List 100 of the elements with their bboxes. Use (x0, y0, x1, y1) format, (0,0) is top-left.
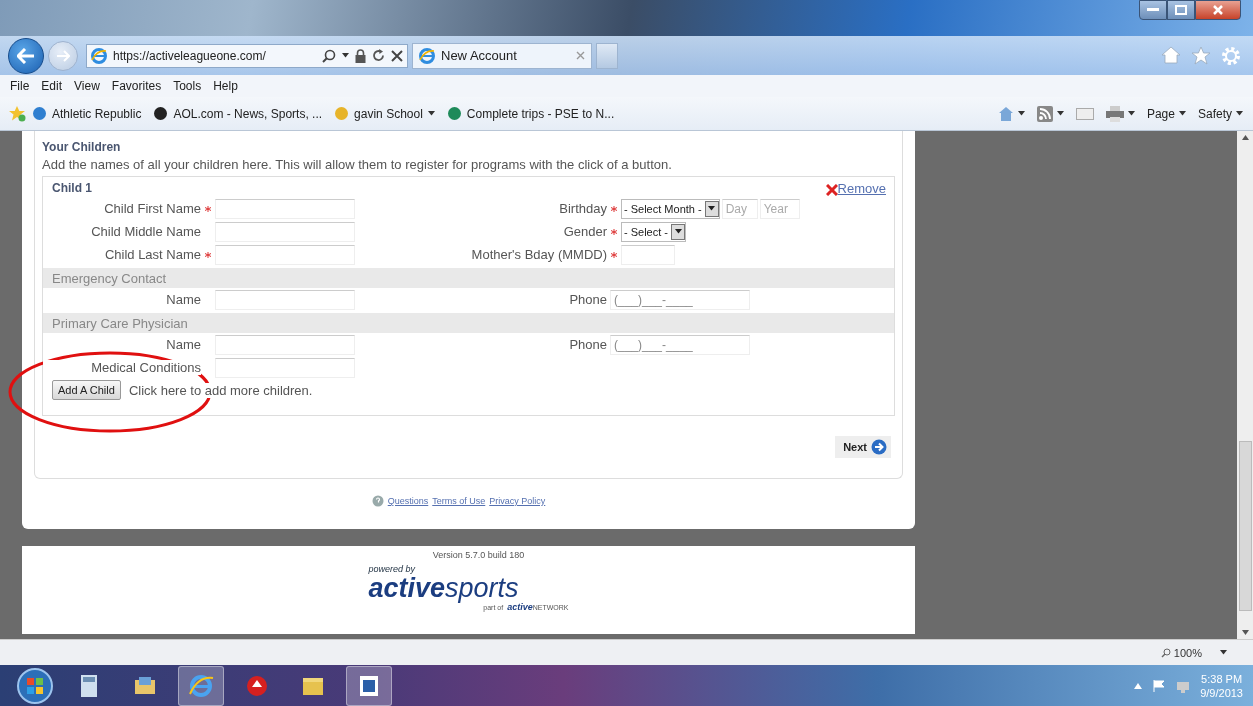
field-label: Phone (568, 292, 607, 307)
subsection-header: Primary Care Physician (43, 313, 894, 333)
section-title: Your Children (42, 140, 122, 154)
command-menu[interactable]: Safety (1197, 106, 1243, 121)
page-icon (153, 106, 169, 121)
field-label: Child Middle Name (90, 224, 201, 239)
refresh-icon[interactable] (372, 49, 385, 62)
field-label: Gender (562, 224, 607, 239)
caret-icon[interactable] (1056, 111, 1064, 116)
child-title: Child 1 (52, 181, 92, 195)
stop-icon[interactable] (391, 49, 403, 62)
field-label: Birthday (558, 201, 607, 216)
next-button[interactable]: Next (835, 436, 891, 458)
logo: activesports (368, 574, 520, 603)
field-label: Phone (568, 337, 607, 352)
caret-icon[interactable] (1236, 111, 1243, 116)
menu-item[interactable]: Favorites (111, 79, 162, 93)
browser-tab[interactable]: New Account (412, 42, 592, 69)
caret-icon[interactable] (1127, 111, 1135, 116)
delete-icon (825, 183, 838, 196)
tab-close-icon[interactable] (576, 51, 585, 60)
forward-arrow-icon (56, 49, 70, 62)
favorites-link[interactable]: AOL.com - News, Sports, ... (153, 106, 323, 121)
field-label: Child First Name (103, 201, 201, 216)
page-icon (334, 106, 350, 121)
maximize-button[interactable] (1167, 0, 1195, 20)
browser-logo-icon (419, 47, 435, 64)
zoom-caret-icon[interactable] (1220, 650, 1227, 655)
favorites-link[interactable]: Complete trips - PSE to N... (446, 106, 615, 121)
document-app-icon[interactable] (346, 666, 392, 706)
footer-link[interactable]: Privacy Policy (489, 496, 546, 506)
start-button[interactable] (14, 667, 56, 705)
text-field[interactable] (215, 334, 355, 355)
zoom-icon (1160, 647, 1171, 658)
dropdown-arrow-icon (708, 206, 716, 211)
day-field[interactable]: Day (721, 198, 758, 219)
caret-icon[interactable] (1017, 111, 1025, 116)
address-field[interactable]: https://activeleagueone.com/ (86, 43, 408, 68)
close-icon (1212, 4, 1224, 16)
text-field[interactable] (215, 244, 355, 265)
field-label: Name (165, 337, 201, 352)
menu-item[interactable]: Edit (41, 79, 63, 93)
powered-by-text: powered by (368, 564, 417, 574)
minimize-icon (1147, 8, 1159, 12)
caret-icon[interactable] (1178, 111, 1186, 116)
field-label: Mother's Bday (MMDD) (470, 247, 607, 262)
printer-icon[interactable] (1105, 105, 1124, 122)
field-label: Child Last Name (103, 247, 201, 262)
search-icon[interactable] (322, 48, 336, 63)
menu-item[interactable]: File (10, 79, 30, 93)
footer-link[interactable]: Terms of Use (432, 496, 486, 506)
caret-icon[interactable] (427, 111, 435, 116)
text-field[interactable] (215, 221, 355, 242)
year-field[interactable]: Year (759, 198, 800, 219)
dropdown[interactable]: - Select Month - (621, 198, 720, 219)
dropdown-arrow-icon (674, 229, 682, 234)
footer-link[interactable]: Questions (387, 496, 429, 506)
text-field[interactable] (215, 357, 355, 378)
hint-text: Click here to add more children. (126, 382, 315, 398)
browser-logo-icon (91, 47, 107, 64)
lock-icon[interactable] (355, 48, 366, 63)
tray-arrow-icon[interactable] (1134, 683, 1143, 689)
add-favorites-icon[interactable] (8, 105, 26, 122)
page-icon (446, 106, 462, 121)
dropdown[interactable]: - Select - (621, 221, 686, 242)
subsection-header: Emergency Contact (43, 268, 894, 288)
minimize-button[interactable] (1139, 0, 1167, 20)
instructions-text: Add the names of all your children here. This will allow them to register for programs with the click of a button. (42, 157, 673, 172)
maximize-icon (1175, 5, 1187, 15)
favorites-link[interactable]: gavin School (334, 106, 435, 121)
browser-icon[interactable] (178, 666, 224, 706)
text-field[interactable] (215, 289, 355, 310)
menu-item[interactable]: Tools (173, 79, 202, 93)
star-icon[interactable] (1191, 45, 1211, 65)
scroll-up-icon[interactable] (1241, 135, 1249, 140)
page-icon (32, 106, 47, 121)
menu-item[interactable]: Help (213, 79, 238, 93)
text-field[interactable] (215, 198, 355, 219)
zoom-control[interactable]: 100% (1160, 646, 1202, 659)
remove-link[interactable]: Remove (825, 180, 886, 196)
field-label: Medical Conditions (43, 360, 201, 375)
close-button[interactable] (1195, 0, 1241, 20)
favorites-link[interactable]: Athletic Republic (32, 106, 142, 121)
add-child-button[interactable]: Add A Child (52, 380, 121, 400)
menu-item[interactable]: View (74, 79, 100, 93)
back-button[interactable] (8, 37, 44, 74)
scrollbar[interactable] (1237, 131, 1253, 639)
version-text: Version 5.7.0 build 180 (431, 550, 525, 560)
search-caret-icon[interactable] (342, 53, 349, 58)
flag-icon[interactable] (1152, 679, 1167, 693)
phone-field[interactable]: (___)___-____ (610, 334, 750, 355)
phone-field[interactable]: (___)___-____ (610, 289, 750, 310)
back-arrow-icon (17, 47, 35, 64)
text-field[interactable] (621, 244, 675, 265)
arrow-right-icon (871, 439, 887, 455)
scroll-down-icon[interactable] (1241, 630, 1249, 635)
command-menu[interactable]: Page (1146, 106, 1186, 121)
field-label: Name (165, 292, 201, 307)
mail-icon[interactable] (1075, 107, 1094, 120)
help-icon (371, 495, 384, 507)
